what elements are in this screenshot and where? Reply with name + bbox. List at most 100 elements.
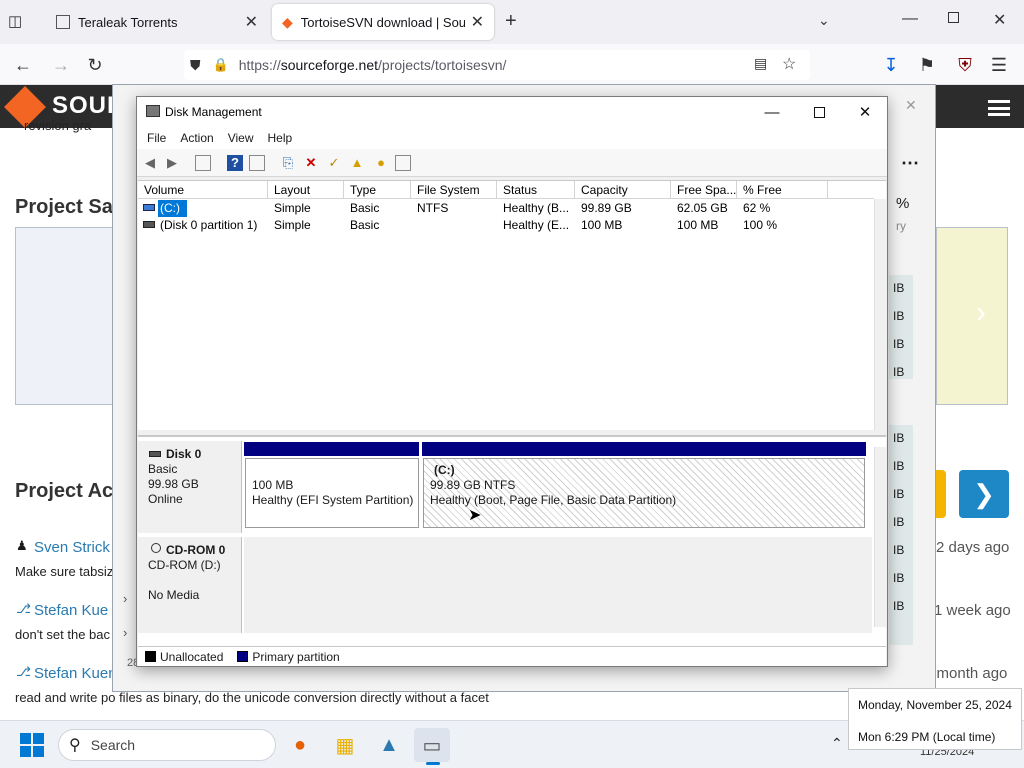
column-header-volume[interactable]: Volume [138, 181, 268, 199]
volume-capacity[interactable]: 99.89 GB [575, 200, 671, 217]
more-options-icon[interactable]: ⋯ [901, 153, 919, 174]
efi-partition[interactable]: 100 MB Healthy (EFI System Partition) [245, 458, 419, 528]
title-bar[interactable]: Disk Management — ✕ [137, 97, 887, 127]
firefox-icon[interactable]: ● [282, 728, 318, 762]
minimize-button[interactable]: — [902, 10, 918, 28]
menu-action[interactable]: Action [180, 131, 213, 145]
properties-icon[interactable] [249, 155, 265, 171]
disk-management-taskbar-icon[interactable]: ▭ [414, 728, 450, 762]
disk-area-scrollbar[interactable] [874, 447, 886, 627]
volume-file-system[interactable]: NTFS [411, 200, 497, 217]
column-value: IB [893, 337, 905, 351]
downloads-icon[interactable]: ↧ [878, 52, 904, 78]
forward-icon[interactable]: ▶ [164, 155, 180, 171]
volume-pct-free[interactable]: 62 % [737, 200, 828, 217]
file-explorer-icon[interactable]: ▦ [327, 728, 363, 762]
sample-screenshot-left[interactable] [15, 227, 115, 405]
volume-type[interactable]: Basic [344, 217, 411, 234]
forward-arrow-icon[interactable]: → [48, 52, 74, 78]
check-icon[interactable]: ✓ [326, 155, 342, 171]
url-bar[interactable]: ⛊ 🔒 https://sourceforge.net/projects/tor… [184, 50, 810, 80]
new-tab-button[interactable]: + [505, 10, 517, 33]
maximize-button[interactable] [796, 97, 842, 127]
tray-chevron-up-icon[interactable]: ⌃ [831, 735, 843, 752]
activity-user-link[interactable]: Sven Strick [34, 539, 110, 556]
site-menu-icon[interactable] [988, 100, 1010, 116]
c-partition[interactable]: (C:) 99.89 GB NTFS Healthy (Boot, Page F… [423, 458, 865, 528]
help-icon[interactable]: ? [227, 155, 243, 171]
reload-icon[interactable]: ↻ [82, 52, 108, 78]
rss-feed-icon[interactable]: ❯ [959, 470, 1009, 518]
volume-capacity[interactable]: 100 MB [575, 217, 671, 234]
ublock-icon[interactable]: ⛨ [952, 52, 978, 78]
close-button[interactable]: ✕ [842, 97, 888, 127]
folder-up-icon[interactable]: ▲ [349, 155, 365, 171]
tab-close-icon[interactable]: ✕ [471, 12, 484, 32]
cdrom0-area[interactable] [244, 537, 872, 633]
volume-list-scrollbar[interactable] [874, 199, 886, 431]
search-folder-icon[interactable]: ● [373, 155, 389, 171]
column-header-free-space[interactable]: Free Spa... [671, 181, 737, 199]
sample-screenshot-right[interactable] [936, 227, 1008, 405]
list-view-icon[interactable] [395, 155, 411, 171]
volume-name-selected[interactable]: (C:) [158, 200, 187, 217]
shield-icon[interactable]: ⛊ [190, 57, 201, 74]
column-header-file-system[interactable]: File System [411, 181, 497, 199]
volume-pct-free[interactable]: 100 % [737, 217, 828, 234]
column-header-type[interactable]: Type [344, 181, 411, 199]
column-header-pct-free[interactable]: % Free [737, 181, 828, 199]
lock-icon[interactable]: 🔒 [213, 57, 229, 73]
restore-button[interactable] [948, 12, 959, 23]
column-header-layout[interactable]: Layout [268, 181, 344, 199]
volume-free-space[interactable]: 100 MB [671, 217, 737, 234]
back-icon[interactable]: ◀ [142, 155, 158, 171]
volume-type[interactable]: Basic [344, 200, 411, 217]
volume-status[interactable]: Healthy (B... [497, 200, 575, 217]
minimize-button[interactable]: — [749, 97, 795, 127]
disk-management-window: Disk Management — ✕ File Action View Hel… [136, 96, 888, 667]
column-value: IB [893, 543, 905, 557]
close-window-button[interactable]: ✕ [993, 10, 1006, 30]
menu-icon[interactable]: ☰ [986, 52, 1012, 78]
tab-close-icon[interactable]: ✕ [245, 12, 258, 32]
active-app-indicator [426, 762, 440, 765]
expand-chevron-icon[interactable]: › [123, 625, 127, 640]
disk0-label[interactable]: Disk 0 Basic 99.98 GB Online [138, 441, 242, 533]
menu-view[interactable]: View [228, 131, 254, 145]
background-window-close-icon[interactable]: ✕ [905, 97, 917, 114]
column-header-capacity[interactable]: Capacity [575, 181, 671, 199]
disk0-type: Basic [148, 462, 178, 476]
volume-layout[interactable]: Simple [268, 217, 344, 234]
taskbar-search[interactable]: ⚲ Search [58, 729, 276, 761]
menu-help[interactable]: Help [268, 131, 293, 145]
console-tree-icon[interactable] [195, 155, 211, 171]
tab-overflow-chevron-icon[interactable]: ⌄ [818, 12, 830, 29]
menu-file[interactable]: File [147, 131, 166, 145]
volume-name[interactable]: (Disk 0 partition 1) [154, 217, 268, 234]
c-size: 99.89 GB NTFS [430, 478, 516, 492]
back-arrow-icon[interactable]: ← [10, 52, 36, 78]
activity-text: read and write po files as binary, do th… [15, 690, 489, 705]
carousel-next-icon[interactable]: › [976, 296, 986, 330]
delete-icon[interactable]: ✕ [303, 155, 319, 171]
extensions-icon[interactable]: ⚑ [914, 52, 940, 78]
reader-view-icon[interactable]: ▤ [754, 55, 767, 72]
legend-primary: Primary partition [252, 649, 340, 664]
bookmark-star-icon[interactable]: ☆ [782, 54, 796, 74]
photos-icon[interactable]: ▲ [371, 728, 407, 762]
volume-free-space[interactable]: 62.05 GB [671, 200, 737, 217]
column-header-status[interactable]: Status [497, 181, 575, 199]
volume-status[interactable]: Healthy (E... [497, 217, 575, 234]
expand-chevron-icon[interactable]: › [123, 591, 127, 606]
cdrom0-label[interactable]: CD-ROM 0 CD-ROM (D:) No Media [138, 537, 242, 633]
disk-management-app-icon [146, 105, 160, 117]
tooltip-time: Mon 6:29 PM (Local time) [858, 730, 996, 744]
tab-list-icon[interactable]: ◫ [8, 12, 28, 32]
tab-teraleak[interactable]: Teraleak Torrents ✕ [46, 4, 268, 40]
activity-user-link[interactable]: Stefan Kue [34, 602, 108, 619]
start-windows-icon[interactable] [20, 733, 44, 757]
connect-icon[interactable]: ⎘ [280, 155, 296, 171]
tab-tortoisesvn[interactable]: ◆ TortoiseSVN download | Source ✕ [272, 4, 494, 40]
volume-layout[interactable]: Simple [268, 200, 344, 217]
volume-file-system[interactable] [411, 217, 497, 234]
